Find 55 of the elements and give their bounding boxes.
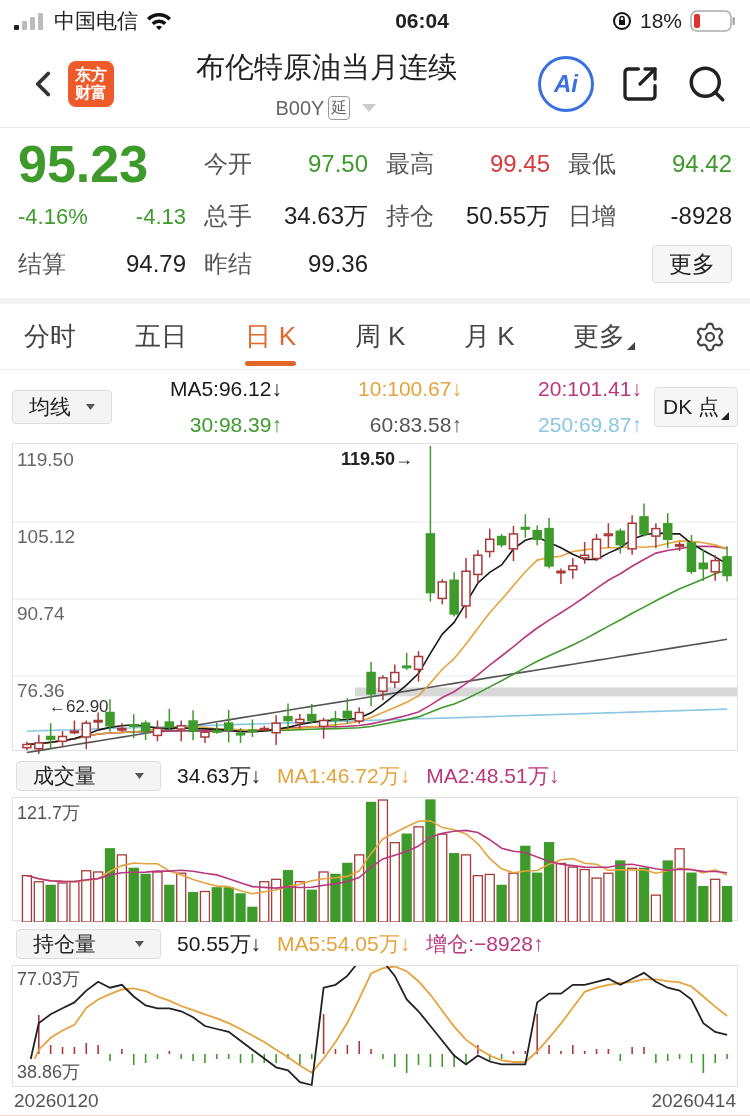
app-logo: 东方 财富 xyxy=(68,61,114,108)
field-value: 97.50 xyxy=(307,149,368,180)
field-value: 50.55万 xyxy=(465,201,550,232)
indicator-reading: MA2:48.51万↓ xyxy=(426,763,560,790)
ai-assistant-button[interactable]: Ai xyxy=(538,56,594,113)
battery-percent: 18% xyxy=(639,7,682,34)
more-button[interactable]: 更多 xyxy=(652,245,732,284)
high-price-label: 119.50→ xyxy=(341,448,414,472)
axis-label: 121.7万 xyxy=(17,801,81,825)
clock-time: 06:04 xyxy=(395,7,449,34)
field-label: 今开 xyxy=(204,149,252,180)
field-label: 持仓 xyxy=(386,201,434,232)
indicator-reading: MA5:96.12↓ xyxy=(169,376,282,403)
indicator-reading: MA5:54.05万↓ xyxy=(277,931,411,958)
field-value: 94.42 xyxy=(671,149,732,180)
indicator-reading: 增仓:−8928↑ xyxy=(426,931,544,958)
carrier-name: 中国电信 xyxy=(54,7,138,34)
period-tab[interactable]: 五日 xyxy=(134,303,187,370)
field-label: 最低 xyxy=(568,149,616,180)
indicator-reading: 34.63万↓ xyxy=(177,763,262,790)
low-price-label: ←62.90 xyxy=(48,697,110,719)
field-value: 99.45 xyxy=(489,149,550,180)
date-label: 20260414 xyxy=(651,1088,736,1113)
indicator-reading: 50.55万↓ xyxy=(177,931,262,958)
indicator-reading: 20:101.41↓ xyxy=(538,376,642,403)
field-label: 结算 xyxy=(18,249,66,280)
period-tab[interactable]: 更多 xyxy=(573,303,636,370)
period-tab[interactable]: 月 K xyxy=(463,303,515,370)
dk-points-button[interactable]: DK 点 xyxy=(654,386,738,427)
indicator-reading: 30:98.39↑ xyxy=(189,411,282,438)
field-value: 94.79 xyxy=(125,249,186,280)
instrument-title: 布伦特原油当月连续 xyxy=(195,49,457,85)
indicator-dropdown[interactable]: 成交量 xyxy=(16,761,161,791)
period-tab[interactable]: 分时 xyxy=(24,303,76,370)
indicator-reading: MA1:46.72万↓ xyxy=(277,763,411,790)
period-tab[interactable]: 周 K xyxy=(354,303,406,370)
field-label: 日增 xyxy=(568,201,616,232)
axis-label: 77.03万 xyxy=(17,967,81,991)
field-label: 总手 xyxy=(204,201,252,232)
indicator-reading: 60:83.58↑ xyxy=(369,411,462,438)
instrument-code: B00Y xyxy=(275,96,325,122)
change-percent: -4.16% xyxy=(18,202,88,231)
indicator-reading: 250:69.87↑ xyxy=(538,411,642,438)
delayed-badge: 延 xyxy=(328,96,351,121)
indicator-dropdown[interactable]: 持仓量 xyxy=(16,928,161,959)
field-label: 昨结 xyxy=(204,249,252,280)
indicator-dropdown[interactable]: 均线 xyxy=(12,389,112,424)
change-value: -4.13 xyxy=(135,202,186,231)
indicator-reading: 10:100.67↓ xyxy=(358,376,462,403)
field-label: 最高 xyxy=(386,149,434,180)
date-label: 20260120 xyxy=(14,1088,99,1113)
field-value: 99.36 xyxy=(307,249,368,280)
field-value: 34.63万 xyxy=(283,201,368,232)
field-value: -8928 xyxy=(670,201,732,232)
last-price: 95.23 xyxy=(18,136,150,193)
